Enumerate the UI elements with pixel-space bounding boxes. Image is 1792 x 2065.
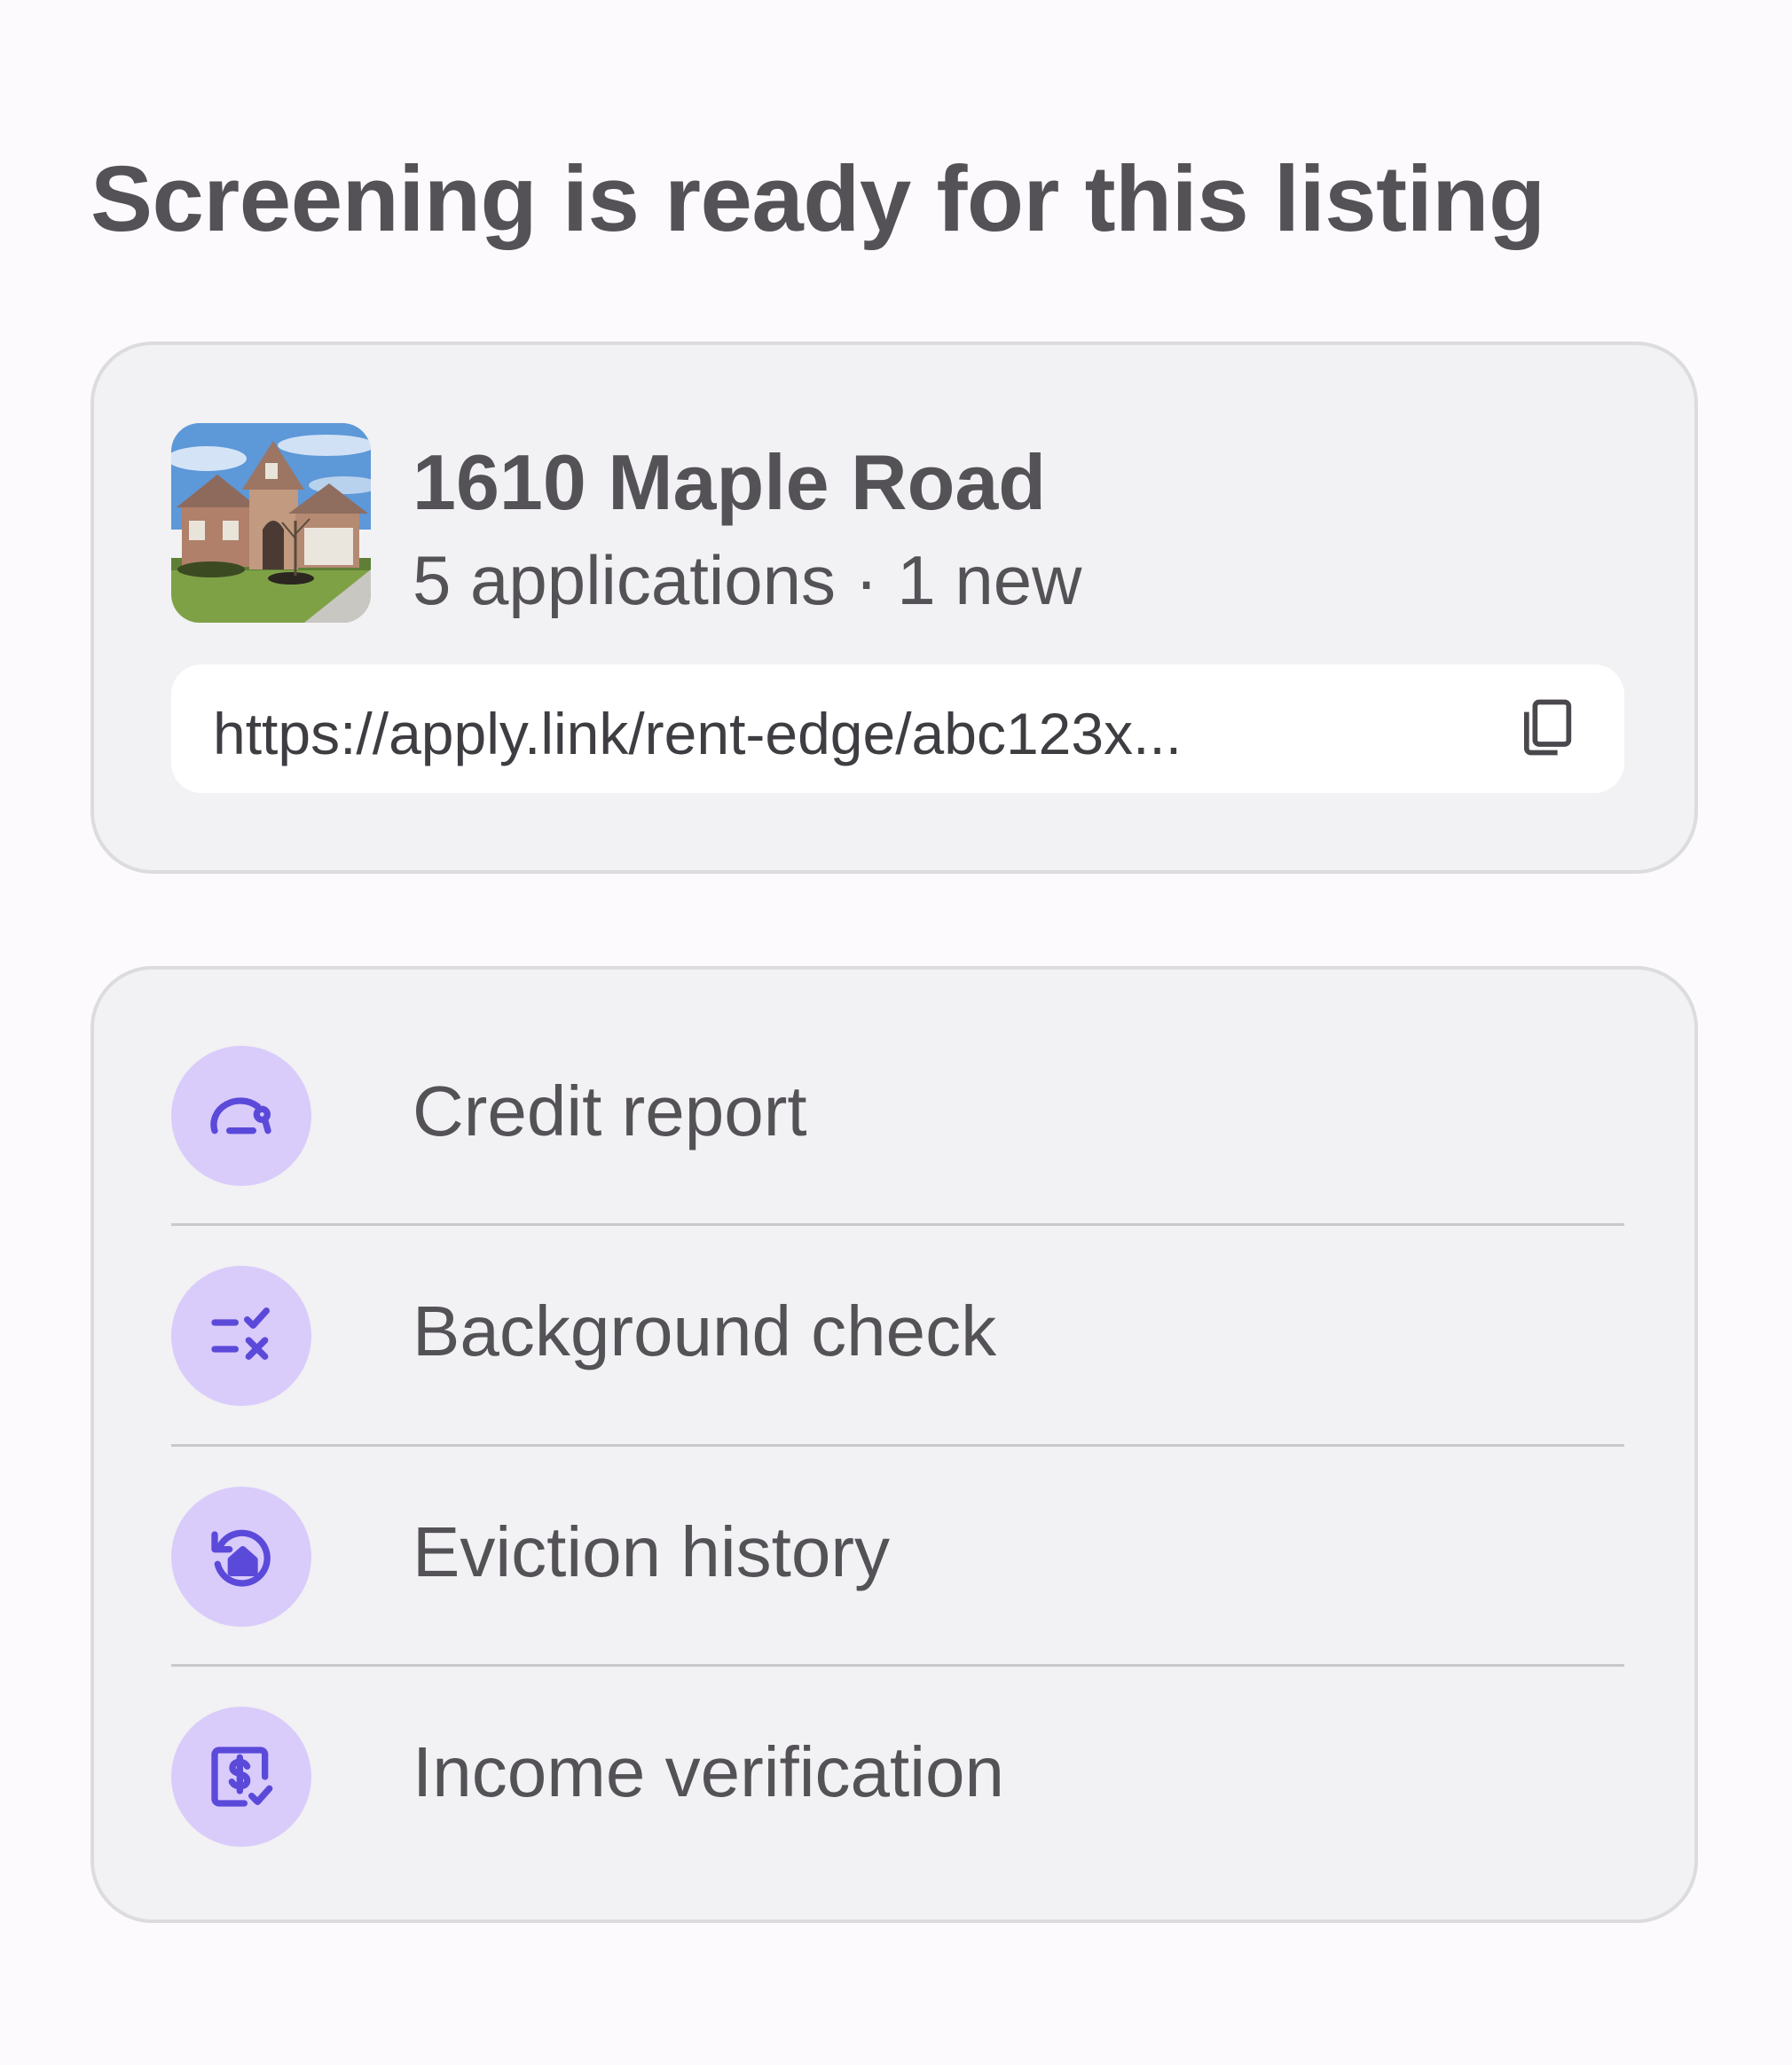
apply-link-text: https://apply.link/rent-edge/abc123x...: [213, 701, 1183, 766]
screening-item-eviction-history: Eviction history: [171, 1410, 1624, 1630]
screening-item-credit-report: Credit report: [171, 970, 1624, 1190]
screening-item-label: Eviction history: [413, 1512, 890, 1591]
screening-item-label: Background check: [413, 1292, 997, 1370]
listing-photo: [171, 423, 371, 623]
screening-checks-card: Credit report Background check Eviction …: [90, 966, 1698, 1923]
apply-link-field[interactable]: https://apply.link/rent-edge/abc123x...: [171, 664, 1624, 793]
gauge-icon: [171, 1046, 311, 1186]
list-check-x-icon: [171, 1266, 311, 1406]
screening-item-label: Credit report: [413, 1072, 807, 1150]
screening-item-label: Income verification: [413, 1732, 1004, 1811]
listing-name: 1610 Maple Road: [413, 438, 1047, 526]
dollar-receipt-check-icon: [171, 1707, 311, 1847]
applications-summary: 5 applications · 1 new: [413, 541, 1082, 619]
listing-card: 1610 Maple Road 5 applications · 1 new h…: [90, 342, 1698, 874]
home-history-icon: [171, 1487, 311, 1627]
screening-item-income-verification: Income verification: [171, 1630, 1624, 1850]
copy-icon[interactable]: [1513, 694, 1580, 761]
page-title: Screening is ready for this listing: [90, 147, 1545, 251]
screening-item-background-check: Background check: [171, 1190, 1624, 1409]
